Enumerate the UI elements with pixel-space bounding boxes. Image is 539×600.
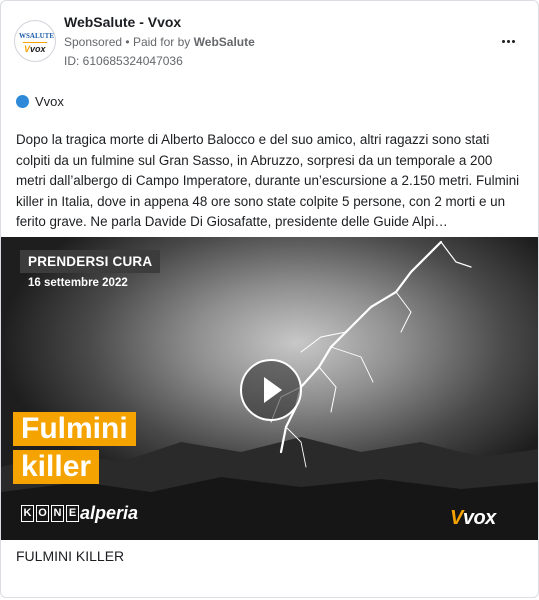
kone-letter: K [21, 505, 34, 522]
sponsored-label: Sponsored [64, 35, 123, 49]
kone-letter: N [51, 505, 64, 522]
video-date: 16 settembre 2022 [28, 277, 128, 289]
sponsored-line: Sponsored • Paid for by WebSalute [64, 35, 255, 49]
kone-logo: K O N E [21, 505, 79, 522]
vvox-logo-v: V [450, 507, 463, 529]
vvox-logo-rest: vox [462, 507, 496, 529]
svg-text:WSALUTE: WSALUTE [19, 32, 54, 40]
paid-for-name: WebSalute [193, 35, 255, 49]
platform-name: Vvox [35, 93, 64, 109]
kone-letter: O [36, 505, 49, 522]
video-thumbnail[interactable]: PRENDERSI CURA 16 settembre 2022 Fulmini… [1, 237, 538, 540]
video-title-line1: Fulmini [13, 412, 136, 446]
alperia-logo: alperia [80, 503, 139, 523]
ad-header: WSALUTE V vox WebSalute - Vvox Sponsored… [1, 1, 538, 81]
play-button[interactable] [240, 359, 302, 421]
platform-row: Vvox [16, 92, 64, 110]
category-tag: PRENDERSI CURA [20, 250, 161, 273]
video-title-line2: killer [13, 450, 100, 484]
avatar[interactable]: WSALUTE V vox [14, 20, 56, 62]
play-icon [264, 377, 282, 403]
vvox-logo: Vvox [450, 507, 496, 530]
svg-text:vox: vox [30, 44, 47, 54]
ad-id: ID: 610685324047036 [64, 54, 183, 68]
websalute-vvox-logo: WSALUTE V vox [19, 32, 54, 54]
kone-letter: E [66, 505, 79, 522]
post-text: Dopo la tragica morte di Alberto Balocco… [16, 132, 520, 229]
video-caption[interactable]: FULMINI KILLER [16, 548, 124, 564]
ad-card: WSALUTE V vox WebSalute - Vvox Sponsored… [0, 0, 539, 598]
paid-for-prefix: Paid for by [132, 35, 191, 49]
more-options-icon[interactable] [496, 29, 520, 53]
separator-dot: • [125, 35, 133, 49]
platform-dot-icon [16, 94, 29, 108]
page-name[interactable]: WebSalute - Vvox [64, 14, 181, 30]
